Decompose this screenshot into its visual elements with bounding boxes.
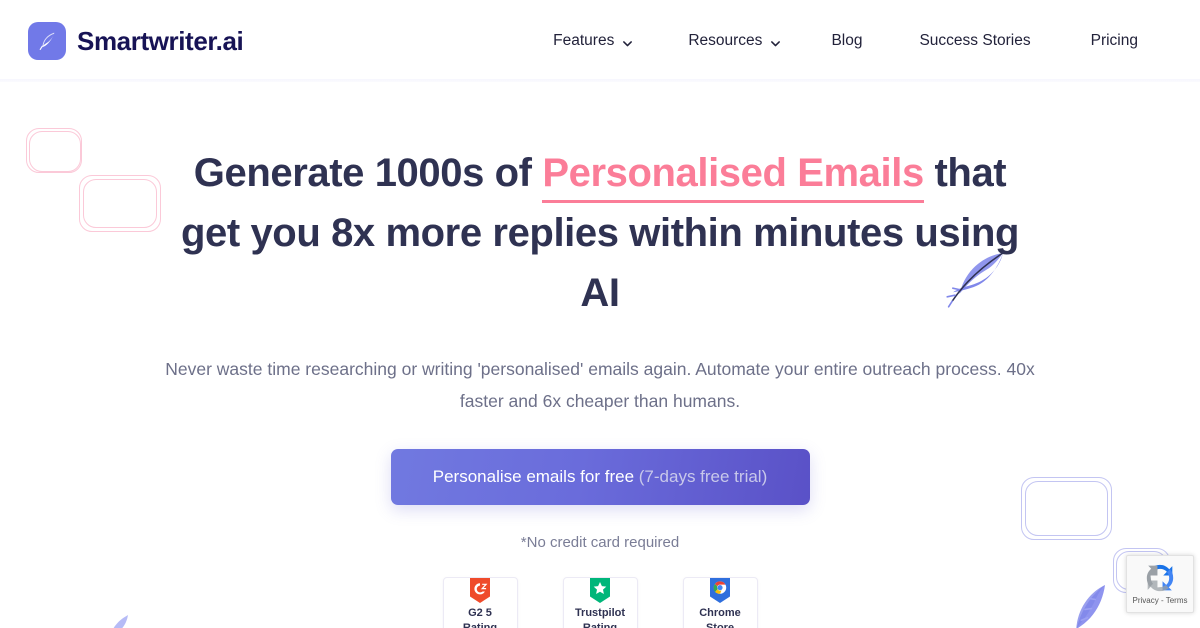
badge-line-1: Chrome <box>699 607 741 619</box>
cta-label: Personalise emails for free <box>432 467 635 486</box>
cta-sublabel: (7-days free trial) <box>634 467 768 486</box>
cta-container: Personalise emails for free (7-days free… <box>0 449 1200 505</box>
badge-label: Trustpilot Rating <box>564 604 637 628</box>
chevron-down-icon <box>770 36 781 47</box>
recaptcha-badge[interactable]: Privacy - Terms <box>1126 555 1194 613</box>
headline-part-1: Generate 1000s of <box>193 151 543 195</box>
brand-name: Smartwriter.ai <box>77 25 244 56</box>
trust-badges: G2 5Rating ★ ★ ★ ★ ★ TrustpilotRatin <box>0 577 1200 628</box>
feather-icon <box>28 22 66 60</box>
headline-highlight: Personalised Emails <box>542 151 924 203</box>
nav-label: Pricing <box>1090 32 1138 49</box>
chrome-logo-icon <box>684 578 757 604</box>
g2-logo-icon <box>444 578 517 604</box>
badge-trustpilot[interactable]: TrustpilotRating ★ ★ ★ ★ ★ <box>562 577 638 628</box>
nav-label: Resources <box>688 32 763 49</box>
badge-line-2: Rating <box>582 621 618 628</box>
recaptcha-privacy-terms-text: Privacy - Terms <box>1132 596 1188 605</box>
trustpilot-star-icon <box>564 578 637 604</box>
no-credit-card-note: *No credit card required <box>520 534 680 551</box>
badge-g2[interactable]: G2 5Rating ★ ★ ★ ★ ★ <box>442 577 518 628</box>
badge-chrome-store[interactable]: ChromeStore ★ ★ ★ ★ ★ <box>682 577 758 628</box>
landing-page: Smartwriter.ai Features Resources Blog S… <box>0 0 1200 628</box>
site-header: Smartwriter.ai Features Resources Blog S… <box>0 0 1200 82</box>
badge-label: Chrome Store <box>684 604 757 628</box>
nav-item-features[interactable]: Features <box>553 32 633 50</box>
nav-item-blog[interactable]: Blog <box>831 32 862 50</box>
nav-item-pricing[interactable]: Pricing <box>1091 32 1138 50</box>
badge-line-2: Store <box>705 621 735 628</box>
nav-item-success-stories[interactable]: Success Stories <box>919 32 1030 50</box>
hero-section: Generate 1000s of Personalised Emails th… <box>0 82 1200 628</box>
brand-logo[interactable]: Smartwriter.ai <box>28 22 244 60</box>
nav-label: Features <box>553 32 615 49</box>
badge-label: G2 5 Rating <box>444 604 517 628</box>
chevron-down-icon <box>622 36 633 47</box>
page-title: Generate 1000s of Personalised Emails th… <box>160 143 1040 323</box>
hero-subheading: Never waste time researching or writing … <box>165 359 1035 411</box>
nav-label: Success Stories <box>919 32 1031 49</box>
badge-line-2: Rating <box>462 621 498 628</box>
recaptcha-logo-icon <box>1143 561 1177 595</box>
personalise-emails-cta-button[interactable]: Personalise emails for free (7-days free… <box>390 449 810 505</box>
main-navigation: Features Resources Blog Success Stories … <box>553 32 1138 50</box>
nav-label: Blog <box>831 32 863 49</box>
badge-line-1: G2 5 <box>468 607 492 619</box>
nav-item-resources[interactable]: Resources <box>688 32 781 50</box>
badge-line-1: Trustpilot <box>574 607 626 619</box>
